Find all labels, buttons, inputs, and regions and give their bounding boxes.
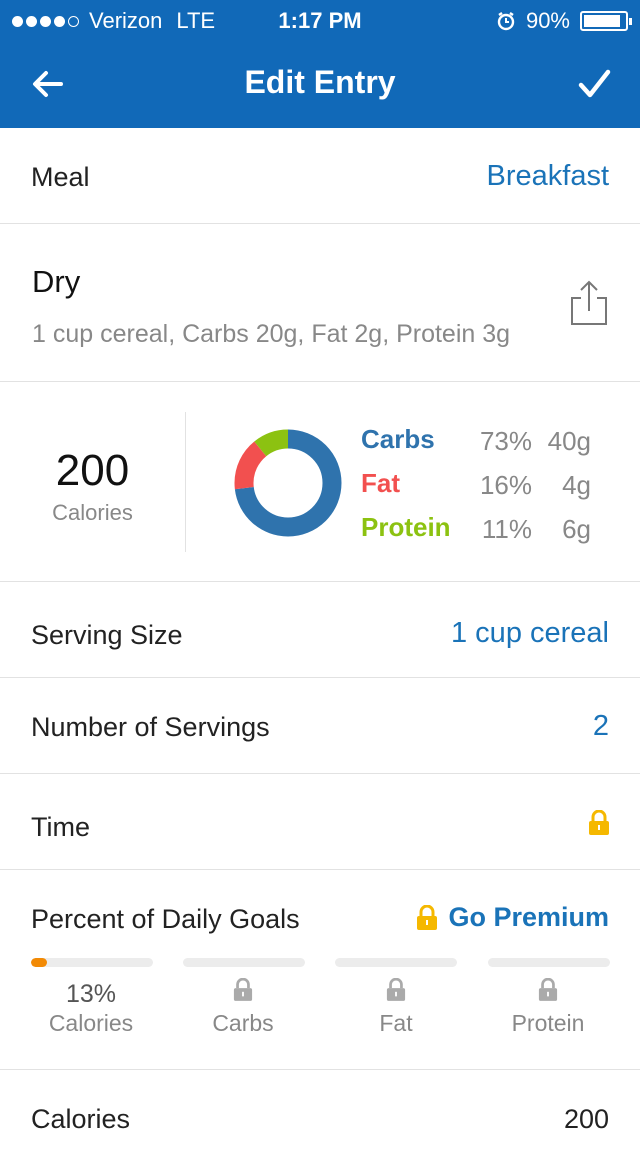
servings-row[interactable]: Number of Servings 2	[0, 678, 640, 774]
macro-grams-fat: 4g	[562, 470, 591, 500]
macro-donut-chart	[234, 429, 342, 537]
nutrition-summary: 200 Calories Carbs 73% 40g Fat 16% 4g Pr…	[0, 382, 640, 582]
macro-name-carbs: Carbs	[361, 424, 435, 454]
lock-icon	[417, 904, 438, 930]
go-premium-label: Go Premium	[448, 902, 609, 932]
meal-row[interactable]: Meal Breakfast	[0, 128, 640, 224]
goal-value-calories: 13%	[65, 980, 117, 1008]
daily-goals-section: Percent of Daily Goals Go Premium 13% Ca…	[0, 870, 640, 1070]
goal-progress-bar-protein	[488, 958, 610, 967]
macro-percent-protein: 11%	[481, 514, 532, 544]
divider	[185, 412, 186, 552]
food-description: 1 cup cereal, Carbs 20g, Fat 2g, Protein…	[32, 320, 511, 348]
battery-icon	[580, 11, 632, 31]
lock-icon	[386, 977, 406, 1001]
status-bar: Verizon LTE 1:17 PM 90%	[0, 0, 640, 40]
goal-progress-bar-carbs	[183, 958, 305, 967]
goal-protein: Protein	[472, 977, 624, 1037]
go-premium-link[interactable]: Go Premium	[416, 902, 609, 933]
meal-label: Meal	[31, 162, 90, 192]
serving-size-row[interactable]: Serving Size 1 cup cereal	[0, 582, 640, 678]
time-label: Time	[31, 812, 90, 842]
macro-name-fat: Fat	[361, 468, 400, 498]
time-row[interactable]: Time	[0, 774, 640, 870]
macro-percent-fat: 16%	[479, 470, 532, 500]
lock-icon	[538, 977, 558, 1001]
calories-row: Calories 200	[0, 1070, 640, 1166]
share-icon[interactable]	[568, 278, 610, 328]
daily-goals-title: Percent of Daily Goals	[31, 904, 300, 934]
macro-percent-carbs: 73%	[479, 426, 532, 456]
calories-total: 200	[55, 446, 130, 495]
nav-bar: Edit Entry	[0, 40, 640, 128]
food-name: Dry	[32, 264, 81, 299]
goal-progress-bar-fat	[335, 958, 457, 967]
goal-label-protein: Protein	[511, 1010, 585, 1036]
battery-percent: 90%	[525, 8, 570, 33]
goal-label-calories: Calories	[48, 1010, 134, 1036]
calories-row-label: Calories	[31, 1104, 131, 1134]
app-header: Verizon LTE 1:17 PM 90% Edit Entry	[0, 0, 640, 128]
goal-label-carbs: Carbs	[212, 1010, 274, 1036]
macro-grams-protein: 6g	[562, 514, 591, 544]
serving-size-label: Serving Size	[31, 620, 183, 650]
serving-size-value[interactable]: 1 cup cereal	[451, 617, 609, 650]
lock-icon	[233, 977, 253, 1001]
goal-label-fat: Fat	[379, 1010, 413, 1036]
servings-value[interactable]: 2	[593, 710, 609, 743]
checkmark-icon[interactable]	[574, 64, 614, 104]
page-title: Edit Entry	[244, 64, 396, 100]
macro-grams-carbs: 40g	[547, 426, 591, 456]
macro-name-protein: Protein	[361, 512, 451, 542]
goal-progress-bar-calories	[31, 958, 153, 967]
alarm-clock-icon	[497, 12, 515, 31]
servings-label: Number of Servings	[31, 712, 270, 742]
goal-carbs: Carbs	[167, 977, 319, 1037]
food-row: Dry 1 cup cereal, Carbs 20g, Fat 2g, Pro…	[0, 224, 640, 382]
calories-total-label: Calories	[52, 500, 133, 525]
calories-row-value: 200	[563, 1104, 609, 1134]
meal-value[interactable]: Breakfast	[487, 160, 610, 193]
goal-fat: Fat	[320, 977, 472, 1037]
lock-icon	[589, 810, 609, 835]
goal-calories: 13% Calories	[15, 978, 167, 1037]
